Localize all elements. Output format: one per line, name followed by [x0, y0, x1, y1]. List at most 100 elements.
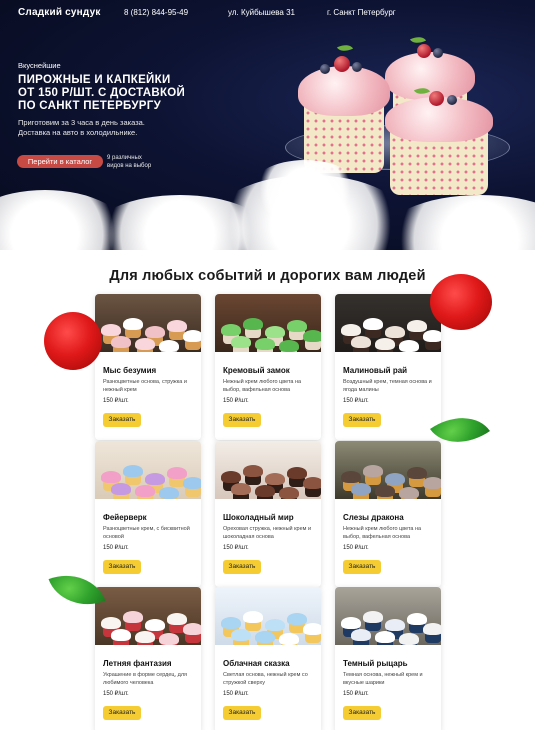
product-card: Мыс безумия Разноцветные основа, стружка … [95, 294, 201, 440]
product-image [335, 441, 441, 499]
product-image [335, 294, 441, 352]
hero-subtitle: Приготовим за 3 часа в день заказа. Дост… [18, 118, 188, 138]
product-description: Темная основа, нежный крем и вкусные шар… [343, 672, 423, 686]
order-button[interactable]: Заказать [103, 413, 141, 427]
product-title: Фейерверк [103, 513, 147, 522]
product-image [335, 587, 441, 645]
hero-headline-line: Пирожные и капкейки [18, 74, 171, 86]
cupcake-illustration [183, 328, 201, 350]
cupcake-illustration [303, 328, 321, 350]
order-button[interactable]: Заказать [343, 413, 381, 427]
product-image [215, 441, 321, 499]
raspberry-decoration [44, 312, 102, 370]
product-description: Украшение в форме сердец, для любимого ч… [103, 672, 188, 686]
cupcake-illustration [399, 485, 419, 499]
cupcake-illustration [111, 481, 131, 499]
product-price: 150 ₽/шт. [103, 398, 129, 404]
product-card: Малиновый рай Воздушный крем, темная осно… [335, 294, 441, 440]
order-button[interactable]: Заказать [103, 706, 141, 720]
hero-subtitle-line: Приготовим за 3 часа в день заказа. [18, 118, 145, 127]
city-text: г. Санкт Петербург [327, 8, 396, 17]
top-bar: Сладкий сундук 8 (812) 844-95-49 ул. Куй… [0, 7, 535, 21]
cupcake-illustration [183, 621, 201, 643]
cupcake-illustration [255, 483, 275, 499]
product-card: Темный рыцарь Темная основа, нежный крем … [335, 587, 441, 730]
catalog-button[interactable]: Перейти в каталог [17, 155, 103, 168]
product-description: Нежный крем любого цвета на выбор, вафел… [343, 526, 422, 540]
product-title: Слезы дракона [343, 513, 404, 522]
product-price: 150 ₽/шт. [223, 691, 249, 697]
order-button[interactable]: Заказать [223, 413, 261, 427]
cupcake-illustration [423, 475, 441, 497]
order-button[interactable]: Заказать [223, 560, 261, 574]
product-card: Слезы дракона Нежный крем любого цвета на… [335, 441, 441, 587]
cupcake-illustration [111, 334, 131, 352]
product-card: Фейерверк Разноцветные крем, с бисквитной… [95, 441, 201, 587]
cupcake-illustration [423, 621, 441, 643]
cupcake-illustration [135, 483, 155, 499]
cupcake-illustration [399, 338, 419, 352]
order-button[interactable]: Заказать [343, 706, 381, 720]
cupcake-illustration [375, 629, 395, 645]
cta-note: 9 различных видов на выбор [107, 154, 177, 170]
cupcake-illustration [111, 627, 131, 645]
product-title: Летняя фантазия [103, 659, 172, 668]
product-description: Разноцветные крем, с бисквитной основой [103, 526, 190, 540]
product-description: Разноцветные основа, стружка и нежный кр… [103, 379, 187, 393]
cupcake-illustration [351, 481, 371, 499]
cupcake-illustration [159, 338, 179, 352]
order-button[interactable]: Заказать [223, 706, 261, 720]
cupcake-illustration [399, 631, 419, 645]
cta-note-line: видов на выбор [107, 163, 152, 169]
cupcake-illustration [351, 627, 371, 645]
product-title: Шоколадный мир [223, 513, 294, 522]
product-price: 150 ₽/шт. [223, 398, 249, 404]
product-price: 150 ₽/шт. [343, 545, 369, 551]
product-image [95, 294, 201, 352]
product-image [95, 441, 201, 499]
hero-cupcake-left [298, 38, 390, 173]
cupcake-illustration [375, 483, 395, 499]
product-price: 150 ₽/шт. [223, 545, 249, 551]
cupcake-illustration [375, 336, 395, 352]
cupcake-illustration [231, 481, 251, 499]
product-price: 150 ₽/шт. [103, 691, 129, 697]
cupcake-illustration [279, 631, 299, 645]
cupcake-illustration [255, 336, 275, 352]
product-image [95, 587, 201, 645]
cupcake-illustration [135, 336, 155, 352]
raspberry-decoration [430, 274, 492, 330]
cupcake-illustration [303, 621, 321, 643]
product-card: Шоколадный мир Ореховая стружка, нежный к… [215, 441, 321, 587]
cloud-decoration [250, 160, 360, 220]
order-button[interactable]: Заказать [103, 560, 141, 574]
hero-headline: Пирожные и капкейки от 150 р/шт. с доста… [18, 74, 188, 113]
product-price: 150 ₽/шт. [343, 398, 369, 404]
hero-cupcake-right [385, 84, 493, 195]
cupcake-illustration [255, 629, 275, 645]
product-description: Нежный крем любого цвета на выбор, вафел… [223, 379, 302, 393]
product-title: Темный рыцарь [343, 659, 408, 668]
product-price: 150 ₽/шт. [343, 691, 369, 697]
cupcake-illustration [231, 627, 251, 645]
cloud-decoration [380, 195, 535, 250]
hero-eyebrow: Вкуснейшие [18, 61, 61, 70]
product-card: Облачная сказка Светлая основа, нежный кр… [215, 587, 321, 730]
cta-note-line: 9 различных [107, 155, 142, 161]
product-description: Воздушный крем, темная основа и ягода ма… [343, 379, 432, 393]
cupcake-illustration [303, 475, 321, 497]
cupcake-illustration [159, 485, 179, 499]
address-text: ул. Куйбышева 31 [228, 8, 295, 17]
hero-headline-line: по Санкт Петербургу [18, 100, 162, 112]
product-title: Кремовый замок [223, 366, 290, 375]
product-title: Малиновый рай [343, 366, 408, 375]
product-card: Кремовый замок Нежный крем любого цвета н… [215, 294, 321, 440]
order-button[interactable]: Заказать [343, 560, 381, 574]
phone-link[interactable]: 8 (812) 844-95-49 [124, 8, 188, 17]
cupcake-illustration [423, 328, 441, 350]
product-title: Мыс безумия [103, 366, 157, 375]
site-logo[interactable]: Сладкий сундук [18, 7, 101, 18]
product-card: Летняя фантазия Украшение в форме сердец,… [95, 587, 201, 730]
hero-subtitle-line: Доставка на авто в холодильнике. [18, 128, 138, 137]
product-description: Светлая основа, нежный крем со стружкой … [223, 672, 308, 686]
